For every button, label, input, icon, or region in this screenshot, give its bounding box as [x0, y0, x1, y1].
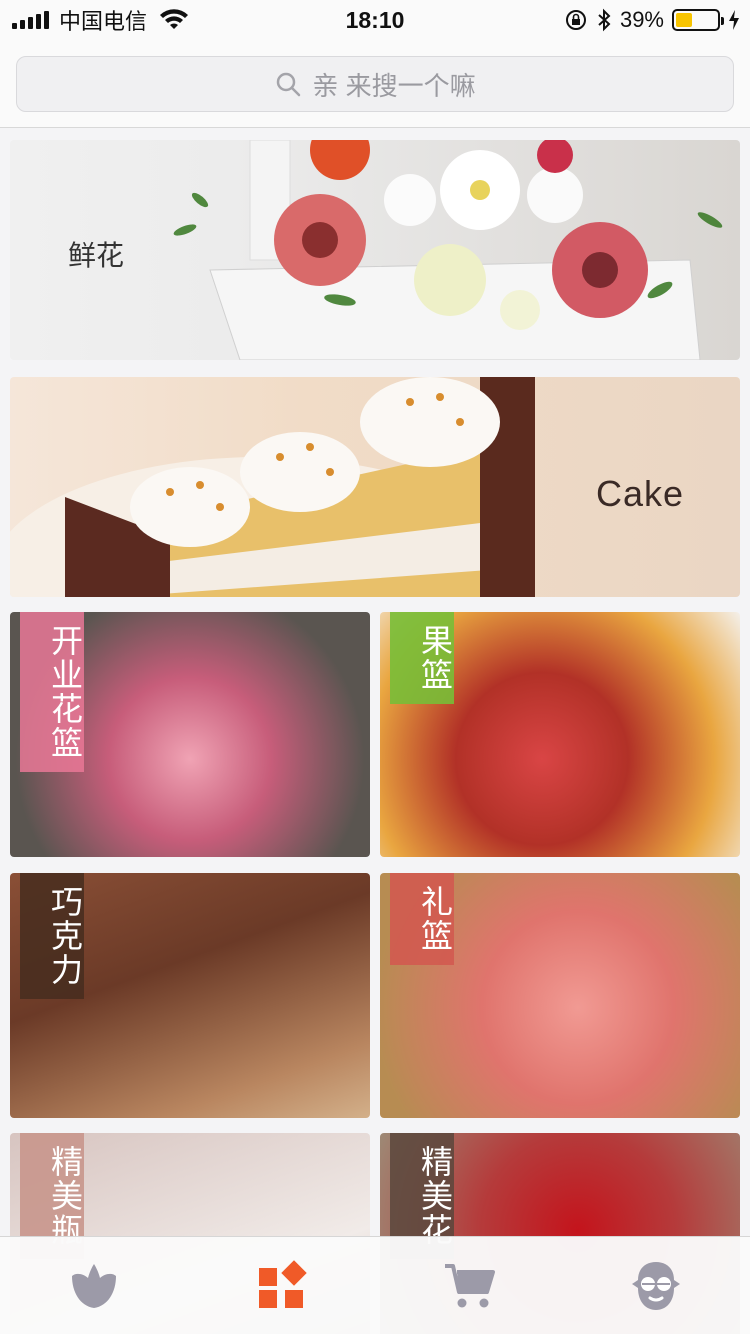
tab-category[interactable]: [188, 1237, 376, 1334]
banner-flowers[interactable]: 鲜花: [10, 140, 740, 360]
search-bar-container: 亲 来搜一个嘛: [0, 40, 750, 128]
leaf-icon: [71, 1263, 116, 1308]
tab-home[interactable]: [0, 1237, 188, 1334]
banner-cake[interactable]: Cake: [10, 377, 740, 597]
category-tile-fruit-basket[interactable]: 果篮: [380, 612, 740, 857]
category-tile-chocolate[interactable]: 巧克力: [10, 873, 370, 1118]
category-label: 礼篮: [390, 873, 454, 965]
category-tile-opening-basket[interactable]: 开业花篮: [10, 612, 370, 857]
cart-icon: [444, 1263, 495, 1307]
tab-cart[interactable]: [375, 1237, 563, 1334]
tab-profile[interactable]: [563, 1237, 750, 1334]
category-label: 巧克力: [20, 873, 84, 999]
category-icon: [259, 1259, 307, 1308]
profile-icon: [632, 1261, 681, 1310]
status-right: 39%: [564, 0, 740, 40]
category-tile-gift-basket[interactable]: 礼篮: [380, 873, 740, 1118]
banner-flowers-label: 鲜花: [68, 240, 125, 271]
search-icon: [277, 72, 301, 97]
rotation-lock-icon: [565, 10, 586, 30]
category-label: 果篮: [390, 612, 454, 704]
search-placeholder: 亲 来搜一个嘛: [312, 70, 476, 101]
bluetooth-icon: [598, 8, 611, 32]
battery-percent: 39%: [619, 7, 664, 32]
search-input[interactable]: 亲 来搜一个嘛: [16, 56, 734, 112]
banner-cake-label: Cake: [596, 473, 685, 514]
category-label: 开业花篮: [20, 612, 84, 772]
status-bar: 中国电信 18:10 39%: [0, 0, 750, 40]
charging-icon: [729, 10, 739, 30]
battery-level: [676, 13, 692, 27]
battery-icon: [672, 9, 724, 31]
tab-bar: [0, 1236, 750, 1334]
